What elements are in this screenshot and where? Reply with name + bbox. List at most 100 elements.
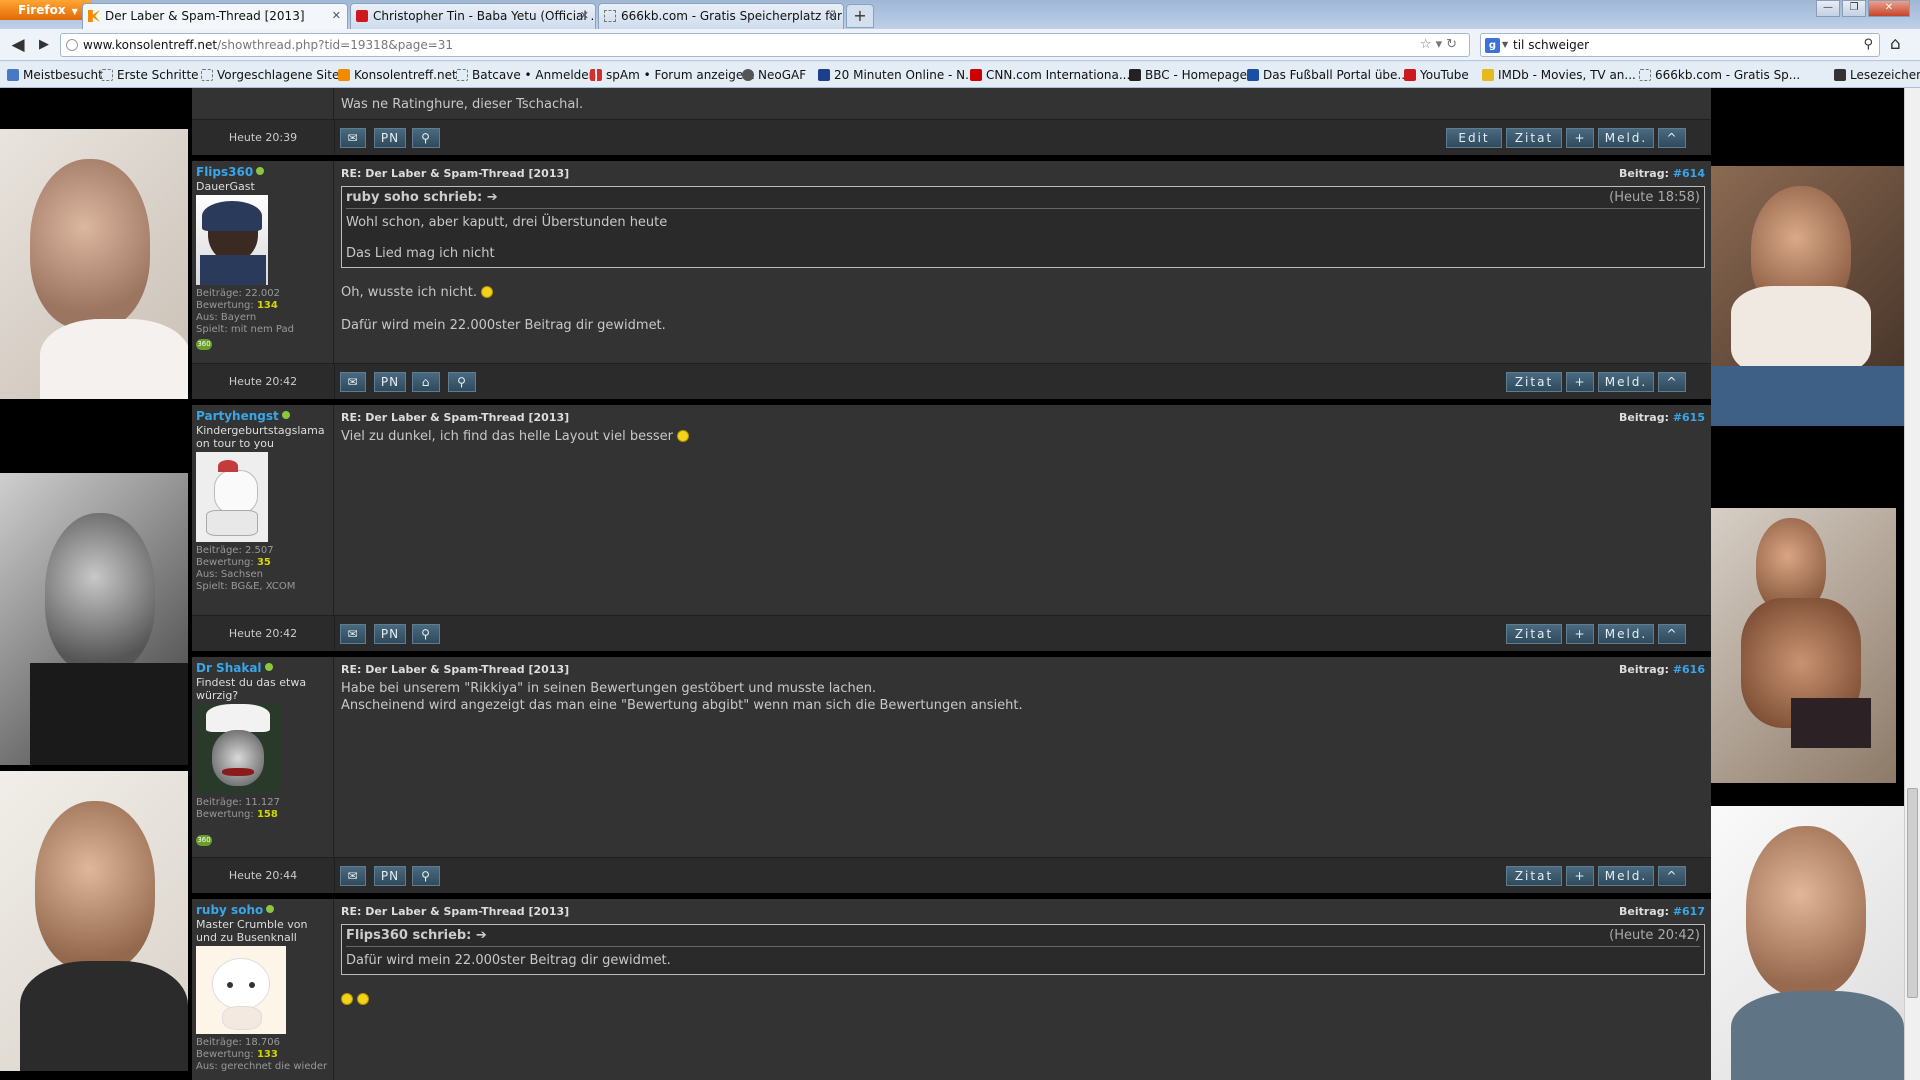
username-link[interactable]: Dr Shakal [196,661,262,675]
username-link[interactable]: ruby soho [196,903,263,917]
email-icon[interactable]: ✉ [340,128,366,148]
post-author: Partyhengst Kindergeburtstagslama on tou… [192,405,334,615]
quote-button[interactable]: Zitat [1506,128,1562,148]
avatar[interactable] [196,946,286,1034]
close-tab-icon[interactable]: ✕ [828,4,837,28]
avatar[interactable] [196,195,268,285]
quote-button[interactable]: Zitat [1506,372,1562,392]
post-time: Heute 20:39 [192,120,335,156]
minimize-button[interactable]: — [1816,0,1840,17]
username-link[interactable]: Partyhengst [196,409,279,423]
post-time: Heute 20:42 [192,616,335,652]
quote-link-icon[interactable]: ➔ [487,190,498,205]
pm-button[interactable]: PN [374,372,406,392]
search-icon[interactable]: ⚲ [412,866,440,886]
tab-666kb[interactable]: 666kb.com - Gratis Speicherplatz für ...… [598,3,844,29]
multiquote-button[interactable]: + [1566,372,1594,392]
maximize-button[interactable]: ❐ [1842,0,1866,17]
url-bar[interactable]: www.konsolentreff.net/showthread.php?tid… [60,33,1470,57]
scroll-top-button[interactable]: ^ [1658,372,1686,392]
post-number-link[interactable]: #614 [1673,167,1705,180]
bookmark-bbc[interactable]: BBC - Homepage [1128,62,1247,88]
email-icon[interactable]: ✉ [340,624,366,644]
close-window-button[interactable]: ✕ [1868,0,1910,17]
search-icon[interactable]: ⚲ [412,128,440,148]
email-icon[interactable]: ✉ [340,866,366,886]
pm-button[interactable]: PN [374,624,406,644]
multiquote-button[interactable]: + [1566,624,1594,644]
search-bar[interactable]: g ▼ til schweiger ⚲ [1480,33,1880,57]
edit-button[interactable]: Edit [1446,128,1502,148]
quote-link-icon[interactable]: ➔ [476,928,487,943]
page-scrollbar[interactable] [1904,88,1920,1080]
bookmark-neogaf[interactable]: NeoGAF [741,62,806,88]
report-button[interactable]: Meld. [1598,624,1654,644]
report-button[interactable]: Meld. [1598,866,1654,886]
scrollbar-thumb[interactable] [1907,788,1918,998]
bookmark-20min[interactable]: 20 Minuten Online - N... [817,62,977,88]
bookmark-erste-schritte[interactable]: Erste Schritte [100,62,199,88]
post-footer: Heute 20:42 ✉ PN ⚲ Zitat + Meld. ^ [192,615,1711,652]
home-icon[interactable]: ⌂ [412,372,440,392]
scroll-top-button[interactable]: ^ [1658,128,1686,148]
smiley-icon [481,286,494,298]
avatar[interactable] [196,704,282,794]
avatar[interactable] [196,452,268,542]
bookmark-imdb[interactable]: IMDb - Movies, TV an... [1481,62,1636,88]
post-footer: Heute 20:44 ✉ PN ⚲ Zitat + Meld. ^ [192,857,1711,894]
kicker-icon [1247,69,1259,81]
bookmark-batcave[interactable]: Batcave • Anmelden [455,62,596,88]
bookmark-meistbesucht[interactable]: Meistbesucht [6,62,103,88]
search-input[interactable]: til schweiger [1513,38,1589,52]
search-icon[interactable]: ⚲ [448,372,476,392]
back-button[interactable]: ◀ [6,34,30,56]
tab-forum[interactable]: Der Laber & Spam-Thread [2013] ✕ [82,3,348,29]
quote-block: ruby soho schrieb: ➔ (Heute 18:58) Wohl s… [341,186,1705,268]
multiquote-button[interactable]: + [1566,866,1594,886]
post-number-link[interactable]: #616 [1673,663,1705,676]
close-tab-icon[interactable]: ✕ [580,4,589,28]
pm-button[interactable]: PN [374,128,406,148]
home-icon[interactable]: ⌂ [1890,34,1901,54]
post-number-link[interactable]: #617 [1673,905,1705,918]
bookmark-youtube[interactable]: YouTube [1403,62,1469,88]
konsolentreff-icon [338,69,350,81]
rating-value[interactable]: 133 [257,1049,278,1060]
rating-value[interactable]: 158 [257,809,278,820]
google-icon[interactable]: g [1485,38,1500,53]
email-icon[interactable]: ✉ [340,372,366,392]
post-number-link[interactable]: #615 [1673,411,1705,424]
post-content: RE: Der Laber & Spam-Thread [2013] Beitr… [341,411,1705,444]
bookmark-spam[interactable]: spAm • Forum anzeige... [589,62,755,88]
search-icon[interactable]: ⚲ [412,624,440,644]
bookmark-cnn[interactable]: CNN.com Internationa... [969,62,1130,88]
firefox-menu-button[interactable]: Firefox ▼ [0,0,92,20]
new-tab-button[interactable]: + [846,4,874,28]
report-button[interactable]: Meld. [1598,128,1654,148]
username-link[interactable]: Flips360 [196,165,253,179]
bookmark-star-icon[interactable]: ☆▾↻ [1420,34,1461,56]
quote-button[interactable]: Zitat [1506,866,1562,886]
pm-button[interactable]: PN [374,866,406,886]
user-title: Master Crumble von und zu Busenknall [196,918,308,944]
quote-button[interactable]: Zitat [1506,624,1562,644]
bookmark-kicker[interactable]: Das Fußball Portal übe... [1246,62,1409,88]
bookmarks-menu[interactable]: Lesezeichen [1833,62,1920,88]
report-button[interactable]: Meld. [1598,372,1654,392]
forward-button[interactable]: ▶ [32,34,56,56]
rating-value[interactable]: 35 [257,557,271,568]
bookmark-konsolentreff[interactable]: Konsolentreff.net [337,62,457,88]
tab-youtube[interactable]: Christopher Tin - Baba Yetu (Official ..… [350,3,596,29]
background-photo [1711,806,1904,1080]
scroll-top-button[interactable]: ^ [1658,624,1686,644]
quote-author: Flips360 schrieb: [346,928,472,943]
chevron-down-icon[interactable]: ▼ [1502,34,1508,56]
scroll-top-button[interactable]: ^ [1658,866,1686,886]
multiquote-button[interactable]: + [1566,128,1594,148]
rating-value[interactable]: 134 [257,300,278,311]
bookmark-666kb[interactable]: 666kb.com - Gratis Sp... [1638,62,1800,88]
bookmark-vorgeschlagene-sites[interactable]: Vorgeschlagene Sites [200,62,346,88]
search-icon[interactable]: ⚲ [1863,34,1873,56]
close-tab-icon[interactable]: ✕ [332,4,341,28]
post-footer: Heute 20:42 ✉ PN ⌂ ⚲ Zitat + Meld. ^ [192,363,1711,400]
